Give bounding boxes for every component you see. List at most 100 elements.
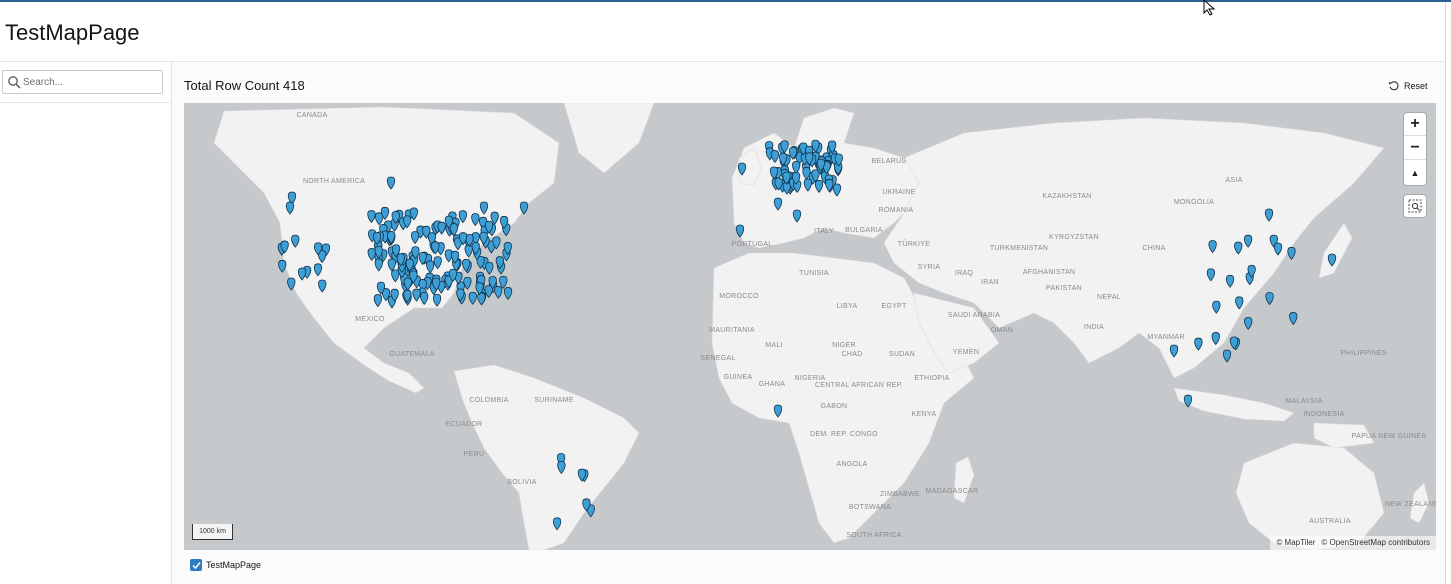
map-label: IRAQ <box>955 270 974 277</box>
map-label: ETHIOPIA <box>914 375 949 382</box>
layer-legend[interactable]: TestMapPage <box>190 559 261 571</box>
map-label: LIBYA <box>837 303 858 310</box>
attribution-osm[interactable]: © OpenStreetMap contributors <box>1321 536 1430 550</box>
map-label: CHINA <box>1142 245 1165 252</box>
map-label: INDIA <box>1084 324 1104 331</box>
map-label: TÜRKIYE <box>898 240 930 248</box>
map-marker[interactable] <box>485 261 494 275</box>
attribution-maptiler[interactable]: © MapTiler <box>1276 536 1315 550</box>
map-label: TURKMENISTAN <box>990 245 1048 252</box>
map-label: GHANA <box>759 381 785 388</box>
map-label: PAKISTAN <box>1046 285 1082 292</box>
map-label: PHILIPPINES <box>1341 350 1388 357</box>
map-label: BOLIVIA <box>507 479 536 486</box>
reset-icon <box>1388 81 1399 91</box>
map-label: SENEGAL <box>700 355 735 362</box>
total-row-count: Total Row Count 418 <box>184 78 305 93</box>
search-input[interactable] <box>23 73 159 91</box>
reset-label: Reset <box>1404 81 1428 91</box>
map-label: ZIMBABWE <box>880 491 920 498</box>
map-label: EGYPT <box>881 303 907 310</box>
map-label: YEMEN <box>953 349 979 356</box>
map-label: ASIA <box>1225 177 1242 184</box>
map-label: SYRIA <box>918 264 941 271</box>
map-label: SUDAN <box>889 351 915 358</box>
main-panel: Total Row Count 418 Reset CANADA NORTH A… <box>172 62 1445 584</box>
map-label: BOTSWANA <box>849 504 891 511</box>
map-label: BULGARIA <box>845 227 883 234</box>
map-label: PORTUGAL <box>732 241 773 248</box>
search-box[interactable] <box>2 70 163 94</box>
page-title: TestMapPage <box>5 20 140 45</box>
landmass-japan <box>1318 222 1353 279</box>
map-canvas: CANADA NORTH AMERICA MEXICO GUATEMALA COLOMB… <box>213 103 1436 550</box>
landmass-australia <box>1235 442 1385 550</box>
map-label: MALAYSIA <box>1286 398 1323 405</box>
map-label: MEXICO <box>355 316 385 323</box>
map-label: ANGOLA <box>837 461 868 468</box>
map-label: ECUADOR <box>445 421 482 428</box>
map-label: MOROCCO <box>719 293 759 300</box>
map-marker[interactable] <box>1287 246 1296 260</box>
map-label: CANADA <box>297 112 328 119</box>
zoom-out-button[interactable]: − <box>1404 137 1426 160</box>
reset-button[interactable]: Reset <box>1388 78 1428 94</box>
right-scroll-edge <box>1445 2 1451 584</box>
lasso-select-button[interactable] <box>1404 195 1426 217</box>
map-label: BELARUS <box>872 158 907 165</box>
map-label: NIGERIA <box>795 375 826 382</box>
map-marker[interactable] <box>503 287 513 301</box>
landmass-greenland <box>563 103 655 174</box>
map-label: COLOMBIA <box>469 397 508 404</box>
map-label: NORTH AMERICA <box>303 178 365 185</box>
map-label: SURINAME <box>534 397 573 404</box>
map-label: PAPUA NEW GUINEA <box>1352 433 1427 440</box>
map-label: SAUDI ARABIA <box>948 312 1000 319</box>
map-label: MAURITANIA <box>709 327 755 334</box>
map-label: KYRGYZSTAN <box>1049 234 1099 241</box>
scale-bar: 1000 km <box>192 524 233 540</box>
map-label: AFGHANISTAN <box>1023 269 1076 276</box>
world-map[interactable]: CANADA NORTH AMERICA MEXICO GUATEMALA COLOMB… <box>184 103 1436 550</box>
map-marker[interactable] <box>1265 292 1274 306</box>
map-marker[interactable] <box>1244 316 1253 331</box>
page-header: TestMapPage <box>0 2 1451 62</box>
map-label: TUNISIA <box>799 270 829 277</box>
search-icon <box>8 76 21 89</box>
map-label: SOUTH AFRICA <box>846 532 901 539</box>
checkmark-icon <box>191 561 201 569</box>
map-label: NIGER <box>832 342 856 349</box>
map-label: CENTRAL AFRICAN REP. <box>815 382 903 389</box>
map-marker[interactable] <box>278 259 287 273</box>
legend-label: TestMapPage <box>206 560 262 570</box>
map-label: IRAN <box>981 279 999 286</box>
map-label: OMAN <box>991 327 1013 334</box>
map-label: DEM. REP. CONGO <box>810 431 878 438</box>
map-attribution: © MapTiler © OpenStreetMap contributors <box>1270 536 1436 550</box>
landmass-madagascar <box>953 456 975 504</box>
map-label: MONGOLIA <box>1174 199 1214 206</box>
map-label: KAZAKHSTAN <box>1042 193 1091 200</box>
map-marker[interactable] <box>494 285 503 299</box>
sidebar-divider <box>0 102 171 103</box>
compass-button[interactable]: ▲ <box>1404 161 1426 184</box>
map-label: NEPAL <box>1097 294 1121 301</box>
map-label: ITALY <box>814 228 834 235</box>
map-label: NEW ZEALAND <box>1385 501 1436 508</box>
map-marker[interactable] <box>477 292 486 306</box>
map-label: AUSTRALIA <box>1309 518 1351 525</box>
map-marker[interactable] <box>1222 349 1232 363</box>
map-marker[interactable] <box>1289 312 1298 326</box>
map-label: UKRAINE <box>882 189 915 196</box>
zoom-controls: + − ▲ <box>1404 113 1426 185</box>
map-label: PERU <box>464 451 485 458</box>
map-label: INDONESIA <box>1303 411 1344 418</box>
map-marker[interactable] <box>468 291 477 305</box>
map-marker[interactable] <box>463 276 472 290</box>
zoom-in-button[interactable]: + <box>1404 113 1426 136</box>
lasso-select-icon <box>1408 199 1422 213</box>
map-label: ROMANIA <box>879 207 914 214</box>
map-label: MADAGASCAR <box>926 488 979 495</box>
legend-checkbox[interactable] <box>190 559 202 571</box>
sidebar <box>0 62 172 584</box>
